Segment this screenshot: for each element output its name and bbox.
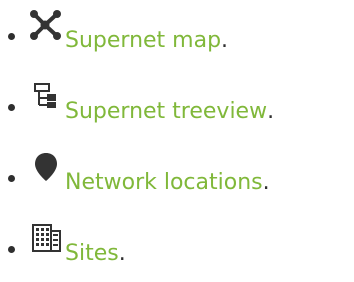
list-item-supernet-map: Supernet map . [8, 10, 229, 53]
list-item-sites: Sites . [8, 224, 126, 266]
list-item-supernet-treeview: Supernet treeview . [8, 83, 274, 123]
list-item-punctuation: . [267, 99, 275, 124]
bullet [8, 246, 15, 253]
list-item-punctuation: . [118, 241, 126, 266]
list-item-network-locations: Network locations . [8, 153, 270, 195]
bullet [8, 175, 15, 182]
treeview-icon [29, 79, 63, 113]
map-pin-icon [29, 150, 63, 184]
bullet [8, 33, 15, 40]
network-locations-link[interactable]: Network locations [65, 172, 263, 194]
sites-link[interactable]: Sites [65, 243, 119, 265]
list-item-punctuation: . [221, 28, 229, 53]
supernet-treeview-link[interactable]: Supernet treeview [65, 101, 267, 123]
supernet-map-link[interactable]: Supernet map [65, 30, 221, 52]
bullet [8, 104, 15, 111]
building-icon [29, 221, 63, 255]
feature-link-list: Supernet map . Supernet treeview . Netwo… [0, 0, 354, 282]
list-item-punctuation: . [262, 170, 270, 195]
supernet-map-icon [29, 8, 63, 42]
